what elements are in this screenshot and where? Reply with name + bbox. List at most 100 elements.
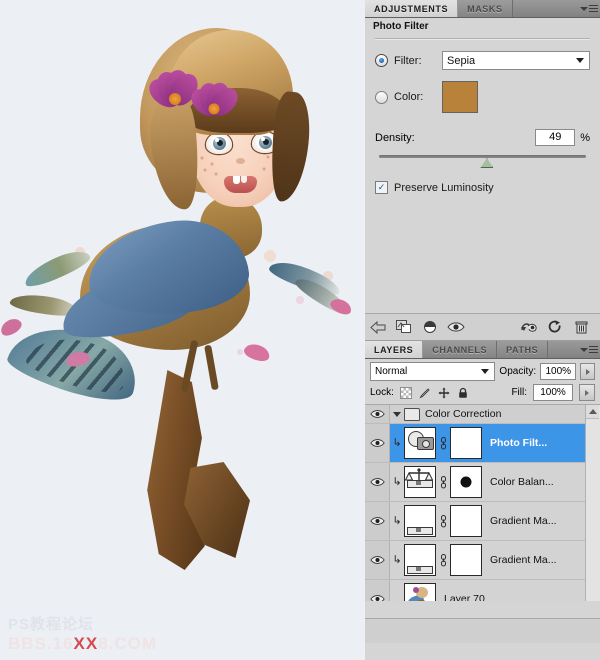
layer-mask-thumbnail[interactable] [450, 466, 482, 498]
layer-name[interactable]: Gradient Ma... [490, 554, 557, 566]
blend-mode-select[interactable]: Normal [370, 362, 495, 381]
scroll-up-button[interactable] [586, 405, 599, 419]
chevron-down-icon [393, 412, 401, 417]
opacity-stepper[interactable] [580, 363, 595, 380]
density-slider-thumb[interactable] [480, 158, 493, 168]
table-row[interactable]: ↳ [365, 463, 600, 502]
clipping-mask-icon: ↳ [390, 516, 404, 527]
clipping-mask-icon: ↳ [390, 477, 404, 488]
opacity-input[interactable]: 100% [540, 363, 576, 380]
clip-to-layer-icon[interactable] [391, 317, 417, 337]
triangle-right-icon [586, 369, 590, 375]
link-icon[interactable] [439, 553, 447, 567]
eye-icon [370, 555, 385, 565]
document-canvas[interactable]: PS教程论坛 BBS.16XX8.COM [0, 0, 365, 660]
layer-name[interactable]: Color Correction [425, 408, 501, 420]
eye-icon [370, 409, 385, 419]
layer-mask-thumbnail[interactable] [450, 427, 482, 459]
layer-list-scrollbar[interactable] [585, 405, 600, 601]
color-balance-thumbnail[interactable] [404, 466, 436, 498]
gradient-map-thumbnail[interactable] [404, 544, 436, 576]
link-icon[interactable] [439, 475, 447, 489]
lock-position-icon[interactable] [438, 386, 451, 399]
density-label: Density: [375, 132, 535, 144]
chevron-down-icon [576, 58, 584, 63]
layer-list[interactable]: Color Correction ↳ [365, 405, 600, 601]
layer-name[interactable]: Gradient Ma... [490, 515, 557, 527]
toggle-layer-visibility-icon[interactable] [443, 317, 469, 337]
link-icon[interactable] [439, 436, 447, 450]
layers-tabbar: LAYERS CHANNELS PATHS [365, 341, 600, 359]
photo-filter-thumbnail[interactable] [404, 427, 436, 459]
preserve-luminosity-label: Preserve Luminosity [394, 182, 494, 194]
table-row[interactable]: ↳ Photo [365, 424, 600, 463]
layers-panel-menu-button[interactable] [578, 341, 600, 358]
table-row[interactable]: Color Correction [365, 405, 600, 424]
density-input[interactable]: 49 [535, 129, 575, 146]
lock-transparent-pixels-icon[interactable] [400, 386, 413, 399]
layer-thumbnails[interactable] [404, 427, 482, 459]
layer-visibility-toggle[interactable] [365, 463, 390, 501]
fill-input[interactable]: 100% [533, 384, 573, 401]
eye-icon [370, 477, 385, 487]
tabbar-spacer [513, 0, 578, 17]
layer-mask-thumbnail[interactable] [450, 505, 482, 537]
clipping-mask-icon: ↳ [390, 438, 404, 449]
tab-adjustments[interactable]: ADJUSTMENTS [365, 0, 458, 17]
lock-image-pixels-icon[interactable] [419, 386, 432, 399]
filter-radio[interactable] [375, 54, 388, 67]
link-icon[interactable] [439, 514, 447, 528]
lock-all-icon[interactable] [457, 386, 470, 399]
filter-select-value: Sepia [447, 55, 475, 67]
layer-name[interactable]: Color Balan... [490, 476, 554, 488]
adjustments-panel-menu-button[interactable] [578, 0, 600, 17]
tab-channels[interactable]: CHANNELS [423, 341, 497, 358]
back-arrow-icon[interactable] [365, 317, 391, 337]
table-row[interactable]: ↳ Gradi [365, 502, 600, 541]
layer-visibility-toggle[interactable] [365, 502, 390, 540]
view-previous-state-icon[interactable] [417, 317, 443, 337]
group-disclosure-triangle[interactable] [390, 412, 404, 417]
layer-thumbnails[interactable] [404, 583, 436, 601]
filter-select[interactable]: Sepia [442, 51, 590, 70]
preserve-luminosity-row[interactable]: ✓ Preserve Luminosity [365, 181, 600, 194]
clipping-mask-icon: ↳ [390, 555, 404, 566]
density-slider-track [379, 155, 586, 158]
table-row[interactable]: ↳ Gradi [365, 541, 600, 580]
tabbar-spacer [548, 341, 578, 358]
preserve-luminosity-checkbox[interactable]: ✓ [375, 181, 388, 194]
watermark-line-2-a: BBS.16 [8, 634, 74, 653]
tab-channels-label: CHANNELS [432, 345, 487, 355]
layer-thumbnails[interactable] [404, 466, 482, 498]
table-row[interactable]: Layer 70 [365, 580, 600, 601]
revert-icon[interactable] [542, 317, 568, 337]
reset-adjustment-icon[interactable] [516, 317, 542, 337]
color-radio[interactable] [375, 91, 388, 104]
fill-stepper[interactable] [579, 384, 595, 401]
layer-thumbnails[interactable] [404, 505, 482, 537]
girl-mouth [224, 176, 257, 193]
tab-layers[interactable]: LAYERS [365, 341, 423, 358]
gradient-map-thumbnail[interactable] [404, 505, 436, 537]
triangle-up-icon [589, 409, 597, 414]
filter-row: Filter: Sepia [365, 51, 600, 70]
triangle-right-icon [585, 390, 589, 396]
density-slider[interactable] [379, 153, 586, 167]
layer-name[interactable]: Photo Filt... [490, 437, 547, 449]
tab-masks[interactable]: MASKS [458, 0, 513, 17]
layer-thumbnails[interactable] [404, 544, 482, 576]
color-label: Color: [394, 91, 442, 103]
eye-icon [370, 594, 385, 601]
layer-mask-thumbnail[interactable] [450, 544, 482, 576]
layer-visibility-toggle[interactable] [365, 424, 390, 462]
artwork-thumbnail[interactable] [404, 583, 436, 601]
watermark: PS教程论坛 BBS.16XX8.COM [8, 616, 208, 654]
delete-adjustment-icon[interactable] [568, 317, 594, 337]
petal-icon [0, 315, 24, 338]
layer-visibility-toggle[interactable] [365, 580, 390, 601]
layer-visibility-toggle[interactable] [365, 541, 390, 579]
layer-name[interactable]: Layer 70 [444, 593, 485, 601]
layer-visibility-toggle[interactable] [365, 405, 390, 423]
color-swatch[interactable] [442, 81, 478, 113]
tab-paths[interactable]: PATHS [497, 341, 548, 358]
